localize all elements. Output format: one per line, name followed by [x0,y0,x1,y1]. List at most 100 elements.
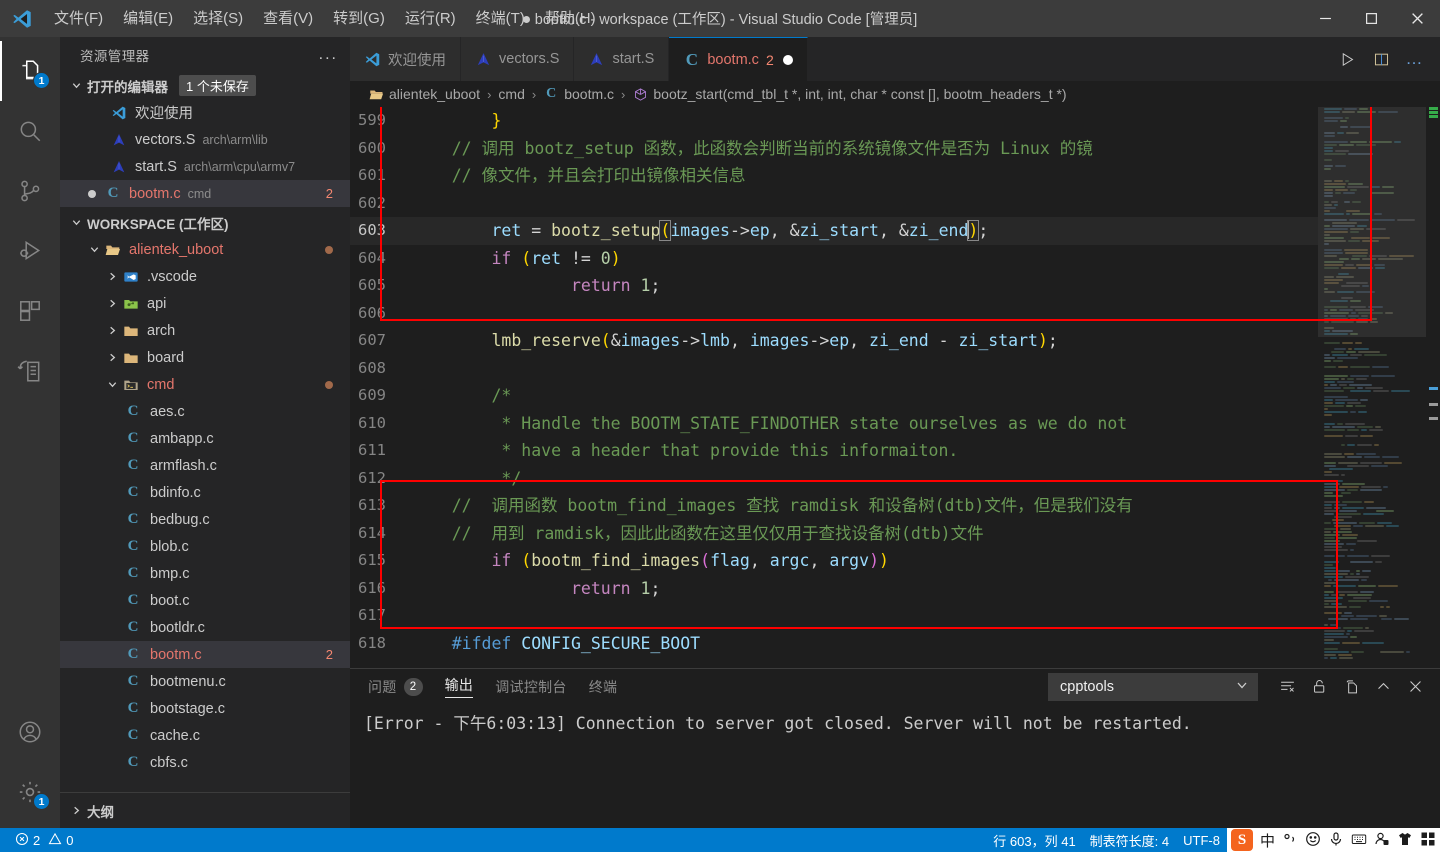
minimap-slider[interactable] [1318,107,1426,337]
menu-edit[interactable]: 编辑(E) [113,0,183,37]
tree-item-blob-c[interactable]: C blob.c [60,533,350,560]
more-actions-icon[interactable]: … [1398,37,1432,81]
c-icon: C [127,754,139,770]
asm-icon [108,132,130,148]
activity-source-control[interactable] [0,161,60,221]
tree-item-cache-c[interactable]: C cache.c [60,722,350,749]
tree-item-cmd[interactable]: cmd [60,371,350,398]
line-text: * Handle the BOOTM_STATE_FINDOTHER state… [412,413,1128,433]
line-text: if (bootm_find_images(flag, argc, argv)) [491,551,889,570]
tree-item-bootstage-c[interactable]: C bootstage.c [60,695,350,722]
menu-run[interactable]: 运行(R) [395,0,466,37]
outline-section-header[interactable]: 大纲 [60,792,350,828]
split-editor-icon[interactable] [1364,37,1398,81]
tree-item-ambapp-c[interactable]: C ambapp.c [60,425,350,452]
open-editor-welcome[interactable]: 欢迎使用 [60,99,350,126]
minimize-icon[interactable] [1302,0,1348,37]
toolbox-icon[interactable] [1420,831,1436,850]
output-channel-select[interactable]: cpptools [1048,672,1258,701]
window-controls[interactable] [1302,0,1440,37]
breadcrumb-item-folder[interactable]: cmd [498,86,524,102]
code-line: 616 return 1; [350,575,1318,603]
skin-icon[interactable] [1397,831,1413,850]
workspace-section-header[interactable]: WORKSPACE (工作区) [60,209,350,236]
maximize-icon[interactable] [1348,0,1394,37]
tab-dirty-indicator-icon[interactable] [782,54,793,65]
chevron-right-icon [104,350,120,366]
breadcrumb-item-file[interactable]: bootm.c [564,86,614,102]
soft-keyboard-icon[interactable] [1351,831,1367,850]
activity-extensions[interactable] [0,281,60,341]
unsaved-badge: 1 个未保存 [179,75,256,96]
activity-run-and-debug[interactable] [0,221,60,281]
panel-tab-debug-console[interactable]: 调试控制台 [495,677,567,697]
tree-item-api[interactable]: api [60,290,350,317]
tree-item-vscode[interactable]: .vscode [60,263,350,290]
breadcrumb[interactable]: alientek_uboot › cmd › C bootm.c › bootz… [350,81,1440,107]
code-viewport[interactable]: 599 } 600 // 调用 bootz_setup 函数，此函数会判断当前的… [350,107,1318,668]
tree-item-cbfs-c[interactable]: C cbfs.c [60,749,350,776]
open-editors-section-header[interactable]: 打开的编辑器 1 个未保存 [60,72,350,99]
punctuation-icon[interactable] [1282,831,1298,850]
tree-item-bootmenu-c[interactable]: C bootmenu.c [60,668,350,695]
tree-item-aes-c[interactable]: C aes.c [60,398,350,425]
activity-explorer[interactable]: 1 [0,41,60,101]
unlock-scroll-icon[interactable] [1304,672,1334,702]
folder-open-icon [368,86,384,102]
tree-item-armflash-c[interactable]: C armflash.c [60,452,350,479]
minimap[interactable] [1318,107,1426,668]
panel-tab-terminal[interactable]: 终端 [589,677,618,697]
status-encoding[interactable]: UTF-8 [1176,828,1227,852]
open-editor-start[interactable]: start.S arch\arm\cpu\armv7 [60,153,350,180]
run-icon[interactable] [1330,37,1364,81]
tab-vectors-s[interactable]: vectors.S [461,37,575,81]
clear-output-icon[interactable] [1272,672,1302,702]
menu-view[interactable]: 查看(V) [253,0,323,37]
menu-file[interactable]: 文件(F) [44,0,113,37]
tab-bootm-c[interactable]: C bootm.c 2 [669,37,808,81]
editor-scrollbar[interactable] [1426,107,1440,668]
open-in-editor-icon[interactable] [1336,672,1366,702]
tree-item-bootm-c[interactable]: C bootm.c 2 [60,641,350,668]
user-icon[interactable] [1374,831,1390,850]
tree-item-bdinfo-c[interactable]: C bdinfo.c [60,479,350,506]
activity-search[interactable] [0,101,60,161]
close-icon[interactable] [1394,0,1440,37]
explorer-more-icon[interactable]: ... [319,46,338,64]
code-line: 601 // 像文件，并且会打印出镜像相关信息 [350,162,1318,190]
sogou-ime-icon[interactable]: S [1230,829,1253,851]
tree-item-alientek-uboot[interactable]: alientek_uboot [60,236,350,263]
tab-start-s[interactable]: start.S [574,37,670,81]
voice-input-icon[interactable] [1328,831,1344,850]
status-problems[interactable]: 2 0 [8,828,80,852]
tree-item-bmp-c[interactable]: C bmp.c [60,560,350,587]
collapse-panel-icon[interactable] [1368,672,1398,702]
tree-item-boot-c[interactable]: C boot.c [60,587,350,614]
tree-item-arch[interactable]: arch [60,317,350,344]
open-editor-vectors[interactable]: vectors.S arch\arm\lib [60,126,350,153]
tree-item-bedbug-c[interactable]: C bedbug.c [60,506,350,533]
tree-item-board[interactable]: board [60,344,350,371]
activity-remote-explorer[interactable] [0,341,60,401]
tab-label: start.S [612,51,655,67]
panel-tab-problems[interactable]: 问题 2 [368,677,423,697]
menu-goto[interactable]: 转到(G) [323,0,395,37]
emoji-icon[interactable] [1305,831,1321,850]
menu-terminal[interactable]: 终端(T) [466,0,535,37]
status-tab-size[interactable]: 制表符长度: 4 [1083,828,1176,852]
menu-help[interactable]: 帮助(H) [535,0,606,37]
code-editor[interactable]: 599 } 600 // 调用 bootz_setup 函数，此函数会判断当前的… [350,107,1440,668]
breadcrumb-item-symbol[interactable]: bootz_start(cmd_tbl_t *, int, int, char … [653,86,1066,102]
status-cursor-position[interactable]: 行 603，列 41 [986,828,1082,852]
menu-selection[interactable]: 选择(S) [183,0,253,37]
breadcrumb-item-project[interactable]: alientek_uboot [389,86,480,102]
activity-settings[interactable]: 1 [0,762,60,822]
panel-tab-output[interactable]: 输出 [444,675,474,698]
tab-welcome[interactable]: 欢迎使用 [350,37,461,81]
activity-account[interactable] [0,702,60,762]
close-panel-icon[interactable] [1400,672,1430,702]
tree-item-bootldr-c[interactable]: C bootldr.c [60,614,350,641]
open-editor-bootm[interactable]: C bootm.c cmd 2 [60,180,350,207]
ime-mode-indicator[interactable]: 中 [1260,830,1275,851]
menu-bar[interactable]: 文件(F) 编辑(E) 选择(S) 查看(V) 转到(G) 运行(R) 终端(T… [44,0,606,37]
